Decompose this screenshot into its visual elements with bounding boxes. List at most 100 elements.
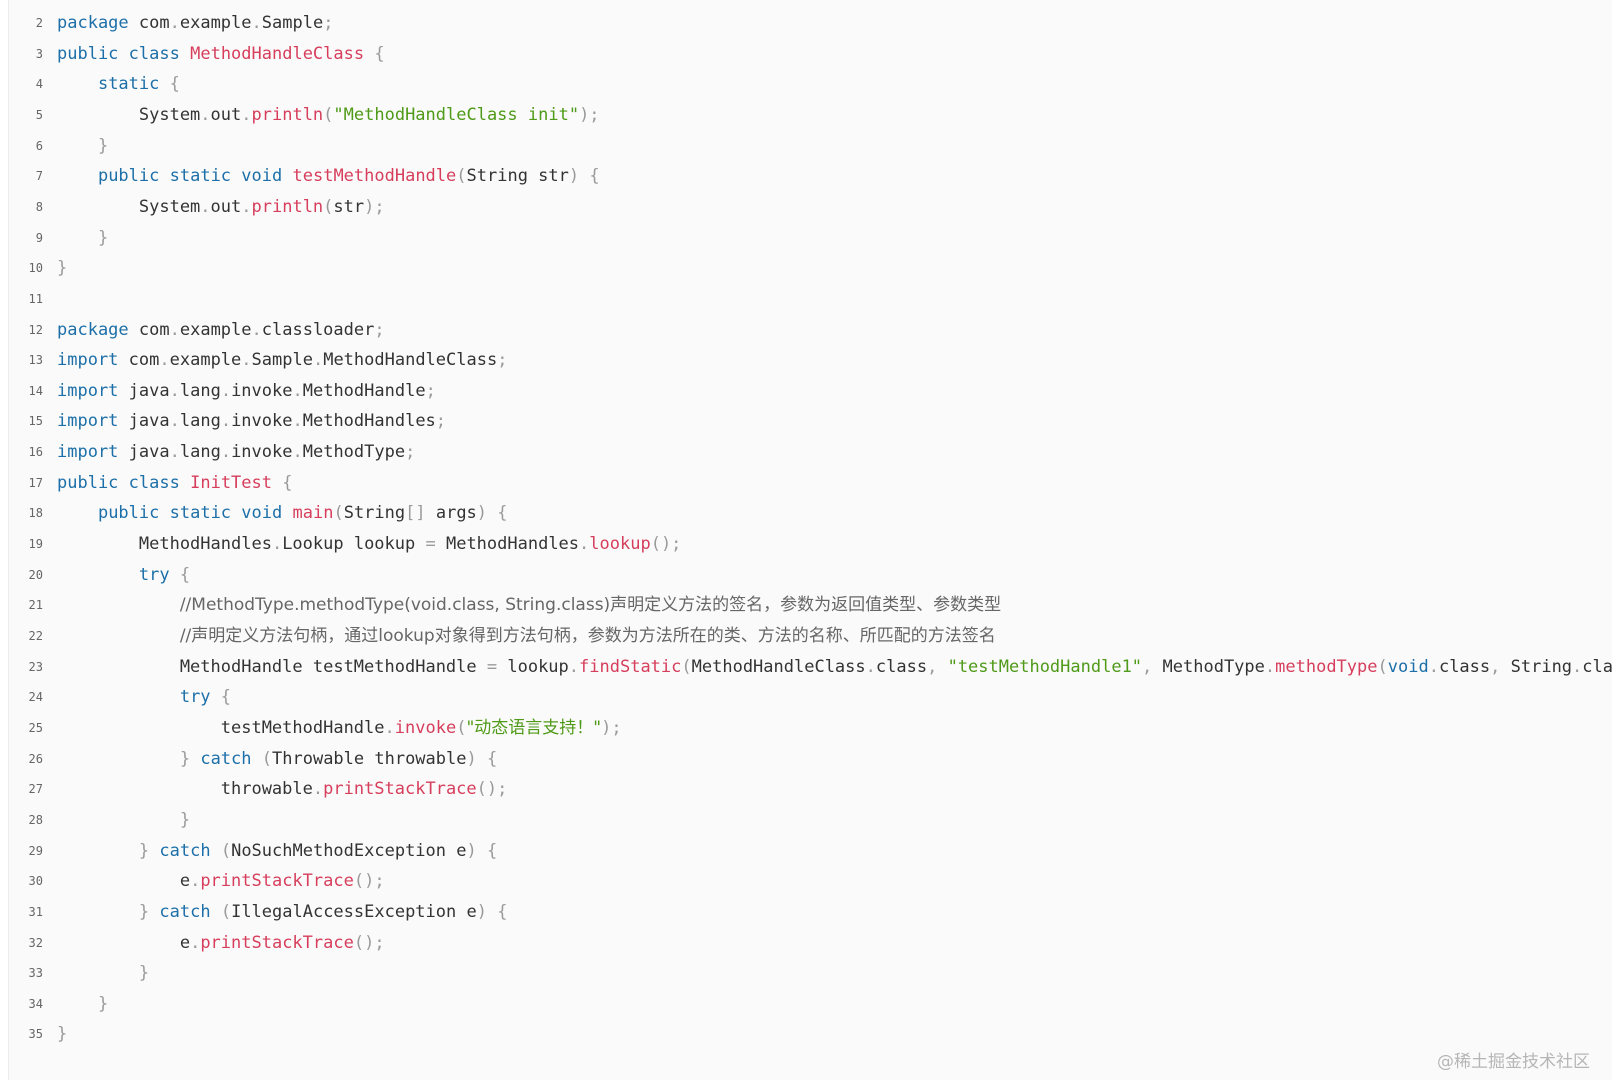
code-token: java [118,380,170,401]
code-line: 3 public class MethodHandleClass { [9,39,1612,70]
code-line: 27 throwable.printStackTrace(); [9,774,1612,805]
code-text: import java.lang.invoke.MethodType; [57,437,415,468]
line-number: 18 [28,506,43,521]
code-token: MethodHandleClass [691,656,866,677]
code-token: invoke [231,380,293,401]
code-text: public static void main(String[] args) { [57,498,508,529]
code-token: ) [466,748,477,769]
code-text: import java.lang.invoke.MethodHandles; [57,406,446,437]
line-number: 16 [28,445,43,460]
line-number: 2 [35,16,43,30]
code-token: catch [159,901,211,922]
code-token: ( [333,503,344,524]
code-token: invoke [231,411,293,432]
code-token: ; [374,319,385,340]
code-token: static [97,74,160,95]
code-line: 25 testMethodHandle.invoke("动态语言支持！"); [9,713,1612,744]
code-token: MethodHandle testMethodHandle [57,656,487,677]
line-number: 31 [28,904,43,919]
code-token: static [169,166,232,187]
watermark: @稀土掘金技术社区 [1437,1052,1590,1072]
code-token: lang [179,442,221,463]
code-token: . [241,104,252,125]
line-number: 8 [35,199,43,214]
code-line: 7 public static void testMethodHandle(St… [9,161,1612,192]
line-number: 22 [28,629,43,643]
code-token: String str [466,166,569,187]
code-token: methodType [1275,656,1378,677]
code-token: ; [323,13,334,33]
code-token: . [292,411,303,432]
code-token: class [1582,656,1612,677]
code-token: ( [456,166,467,187]
code-token: . [568,656,580,677]
code-token: catch [200,748,252,769]
code-token: { [179,564,191,585]
code-text: package com.example.Sample; [57,8,333,39]
code-token: e [57,871,191,892]
code-token: printStackTrace [323,779,477,800]
code-token: "MethodHandleClass init" [333,104,580,125]
code-token: . [241,196,252,217]
code-token: ) [466,840,477,861]
code-token: = [425,534,436,555]
code-token: println [251,104,324,125]
code-block[interactable]: 2 package com.example.Sample; 3 public clas… [8,0,1612,1080]
code-token: void [241,166,283,187]
line-number: 13 [28,353,43,368]
code-token: ; [425,380,436,401]
code-token: . [312,350,324,371]
code-text: } [57,805,190,836]
code-token: { [220,687,232,708]
code-token: ( [456,717,467,738]
code-token: . [251,319,262,340]
code-token: IllegalAccessException e [231,901,477,922]
code-line: 31 } catch (IllegalAccessException e) { [9,897,1612,928]
line-number: 3 [35,46,43,61]
code-token: out [210,104,242,125]
code-line: 19 MethodHandles.Lookup lookup = MethodH… [9,529,1612,560]
code-token: class [128,43,180,64]
line-number: 5 [35,107,43,122]
code-token: . [220,442,232,463]
code-token: MethodType [302,442,406,463]
code-text: } catch (IllegalAccessException e) { [57,897,508,928]
code-token: { [374,43,385,64]
code-line: 16 import java.lang.invoke.MethodType; [9,437,1612,468]
code-token: Sample [261,13,324,33]
code-token: . [200,104,211,125]
code-text: package com.example.classloader; [57,315,385,346]
code-token: { [169,74,180,95]
code-token: ( [220,901,232,922]
line-number: 34 [28,996,43,1011]
code-text: public class MethodHandleClass { [57,39,385,70]
code-text: static { [57,69,180,100]
code-token: public [97,166,160,187]
code-token: findStatic [579,656,682,677]
code-token: , [927,656,938,677]
code-token: ) [476,901,487,922]
code-token: throwable [57,779,313,800]
code-line: 28 } [9,805,1612,836]
code-token: public [57,472,119,493]
code-text: } [57,131,108,162]
line-number: 6 [35,138,43,153]
code-line: 13 import com.example.Sample.MethodHandle… [9,345,1612,376]
code-token: . [190,932,201,953]
code-token: String [343,503,406,524]
code-token: ( [1377,656,1388,677]
